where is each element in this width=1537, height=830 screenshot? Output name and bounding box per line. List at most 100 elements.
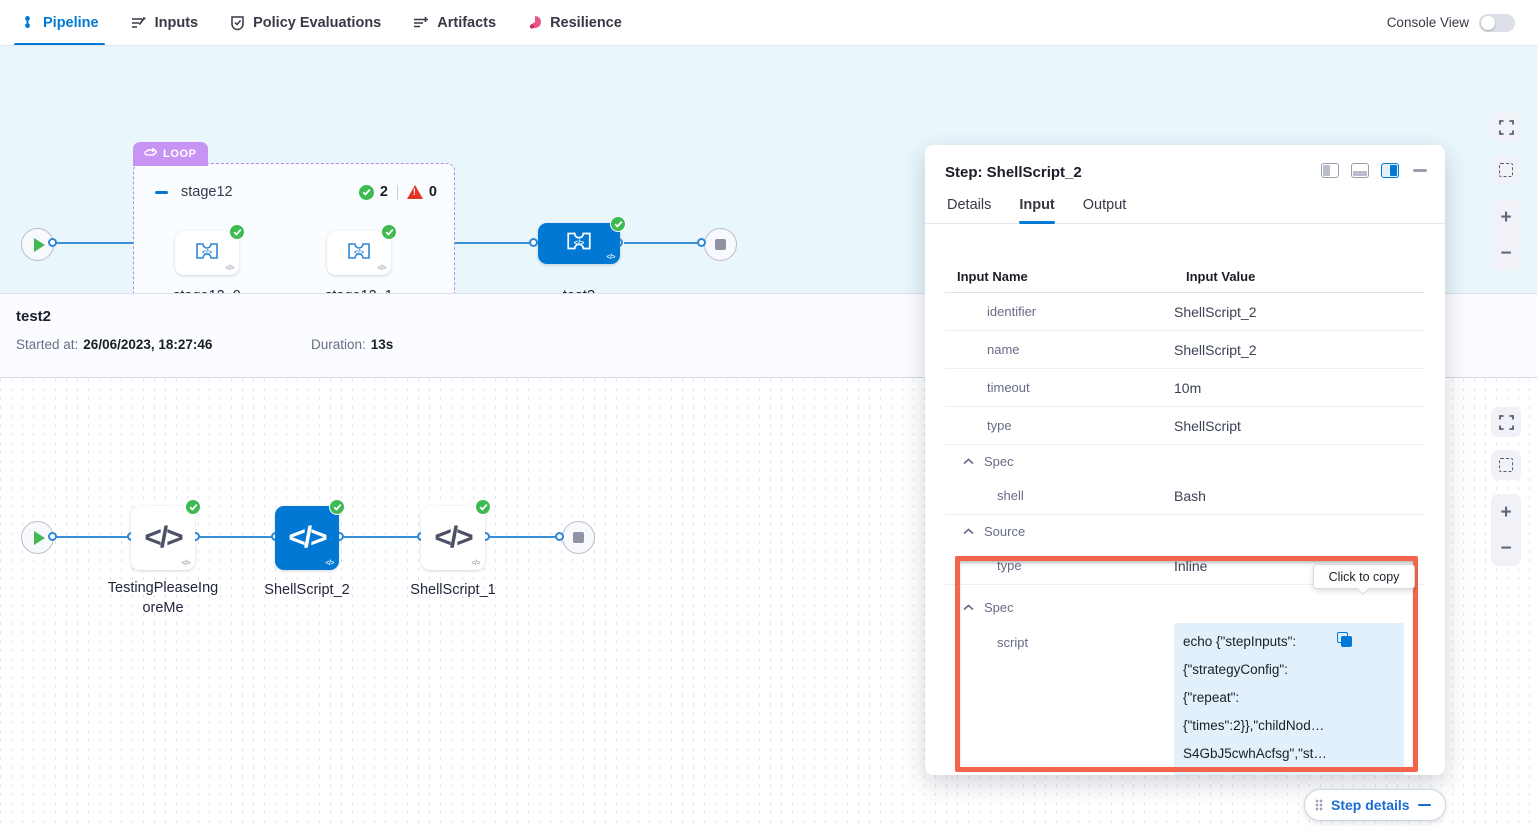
step-label: ShellScript_2: [247, 580, 367, 600]
edge-port: [48, 532, 57, 541]
script-line: {"strategyConfig":: [1183, 656, 1396, 684]
pipeline-end-node[interactable]: [704, 228, 737, 261]
duration-label: Duration:: [311, 337, 366, 352]
tab-details[interactable]: Details: [947, 197, 991, 223]
edge: [195, 536, 275, 538]
tab-pipeline[interactable]: Pipeline: [20, 0, 99, 45]
resilience-icon: [528, 15, 542, 30]
panel-actions: [1321, 163, 1427, 178]
step-node-shellscript_1[interactable]: </> </>: [421, 506, 485, 570]
dock-left-icon: [1323, 165, 1330, 176]
step-details-label: Step details: [1331, 797, 1410, 813]
table-header: Input Name Input Value: [945, 261, 1425, 293]
chevron-up-icon[interactable]: [963, 604, 974, 611]
topbar-right: Console View: [1387, 14, 1537, 32]
marquee-select-button[interactable]: [1491, 450, 1521, 480]
script-row: script echo {"stepInputs": {"strategyCon…: [945, 623, 1425, 775]
top-nav-bar: Pipeline Inputs Policy Evaluations Artif…: [0, 0, 1537, 46]
section-source: Source: [945, 515, 1425, 547]
table-row: timeout 10m: [945, 369, 1425, 407]
console-view-toggle[interactable]: [1479, 14, 1515, 32]
stage-label: test2: [529, 286, 629, 293]
tab-label: Resilience: [550, 15, 622, 31]
tab-label: Inputs: [155, 15, 199, 31]
zoom-out-button[interactable]: −: [1500, 244, 1511, 263]
svg-text:</>: </>: [574, 238, 585, 247]
collapse-stage-icon[interactable]: [155, 191, 168, 194]
tab-input[interactable]: Input: [1019, 197, 1054, 223]
row-value: 10m: [1174, 380, 1425, 396]
zoom-controls: + −: [1491, 494, 1521, 566]
dock-bottom-icon: [1353, 171, 1367, 176]
chevron-up-icon[interactable]: [963, 458, 974, 465]
success-count: 2: [380, 184, 388, 200]
step-graph-end-node[interactable]: [562, 521, 595, 554]
stage-node-test2[interactable]: </> </>: [538, 223, 620, 264]
fit-to-screen-button[interactable]: [1491, 112, 1521, 142]
panel-header: Step: ShellScript_2: [925, 145, 1445, 187]
duration-value: 13s: [371, 337, 394, 352]
shell-script-icon: </>: [288, 521, 325, 555]
fit-to-screen-button[interactable]: [1491, 407, 1521, 437]
svg-text:</>: </>: [202, 249, 212, 256]
row-value: Bash: [1174, 488, 1425, 504]
row-value: ShellScript: [1174, 418, 1425, 434]
edge: [624, 242, 702, 244]
stage-name: stage12: [181, 184, 233, 200]
step-node-stage12_0[interactable]: </> </>: [175, 231, 239, 275]
marquee-select-button[interactable]: [1491, 155, 1521, 185]
script-line: echo {"stepInputs":: [1183, 628, 1396, 656]
minimize-panel-button[interactable]: [1413, 169, 1427, 172]
edge-port: [697, 238, 706, 247]
edge: [339, 536, 421, 538]
chevron-up-icon[interactable]: [963, 528, 974, 535]
table-row: type ShellScript: [945, 407, 1425, 445]
toggle-knob: [1481, 16, 1495, 30]
dock-left-button[interactable]: [1321, 163, 1339, 178]
section-spec: Spec: [945, 445, 1425, 477]
row-value: ShellScript_2: [1174, 304, 1425, 320]
tab-policy-evaluations[interactable]: Policy Evaluations: [230, 0, 381, 45]
tab-artifacts[interactable]: Artifacts: [413, 0, 496, 45]
fullscreen-icon: [1499, 415, 1514, 430]
copy-icon-front: [1341, 636, 1352, 647]
success-check-icon: [610, 216, 626, 232]
list-plus-icon: [413, 16, 429, 30]
table-row: name ShellScript_2: [945, 331, 1425, 369]
step-details-button[interactable]: Step details: [1304, 789, 1446, 821]
tab-resilience[interactable]: Resilience: [528, 0, 622, 45]
loop-badge: LOOP: [133, 142, 208, 166]
row-name: type: [945, 418, 1174, 433]
play-icon: [34, 238, 45, 252]
col-input-value: Input Value: [1186, 269, 1425, 284]
script-line: S4GbJ5cwhAcfsg","st…: [1183, 740, 1396, 768]
template-step-icon: </>: [346, 240, 372, 267]
step-node-shellscript_2[interactable]: </> </>: [275, 506, 339, 570]
code-type-glyph: </>: [471, 560, 480, 567]
script-value-block: echo {"stepInputs": {"strategyConfig": {…: [1174, 623, 1404, 775]
zoom-out-button[interactable]: −: [1500, 539, 1511, 558]
panel-tabs: Details Input Output: [925, 187, 1445, 224]
tab-output[interactable]: Output: [1083, 197, 1127, 223]
duration: Duration: 13s: [311, 337, 393, 352]
svg-text:</>: </>: [354, 249, 364, 256]
stage-title: test2: [16, 308, 51, 325]
col-input-name: Input Name: [957, 269, 1186, 284]
edge: [53, 242, 133, 244]
step-label: TestingPleaseIngoreMe: [107, 578, 219, 618]
copy-icon[interactable]: [1337, 632, 1352, 647]
tab-inputs[interactable]: Inputs: [131, 0, 199, 45]
error-count: 0: [429, 184, 437, 200]
step-node-testingpleaseingoreme[interactable]: </> </>: [131, 506, 195, 570]
script-line: {"identifierPostFix":"_…: [1183, 768, 1396, 775]
dock-right-button[interactable]: [1381, 163, 1399, 178]
zoom-in-button[interactable]: +: [1500, 503, 1511, 522]
marquee-select-icon: [1499, 458, 1513, 472]
template-step-icon: </>: [565, 229, 593, 258]
zoom-in-button[interactable]: +: [1500, 208, 1511, 227]
step-node-stage12_1[interactable]: </> </>: [327, 231, 391, 275]
row-name: shell: [945, 488, 1174, 503]
dock-bottom-button[interactable]: [1351, 163, 1369, 178]
row-name: type: [945, 558, 1174, 573]
section-spec-script: Spec: [945, 591, 1425, 623]
